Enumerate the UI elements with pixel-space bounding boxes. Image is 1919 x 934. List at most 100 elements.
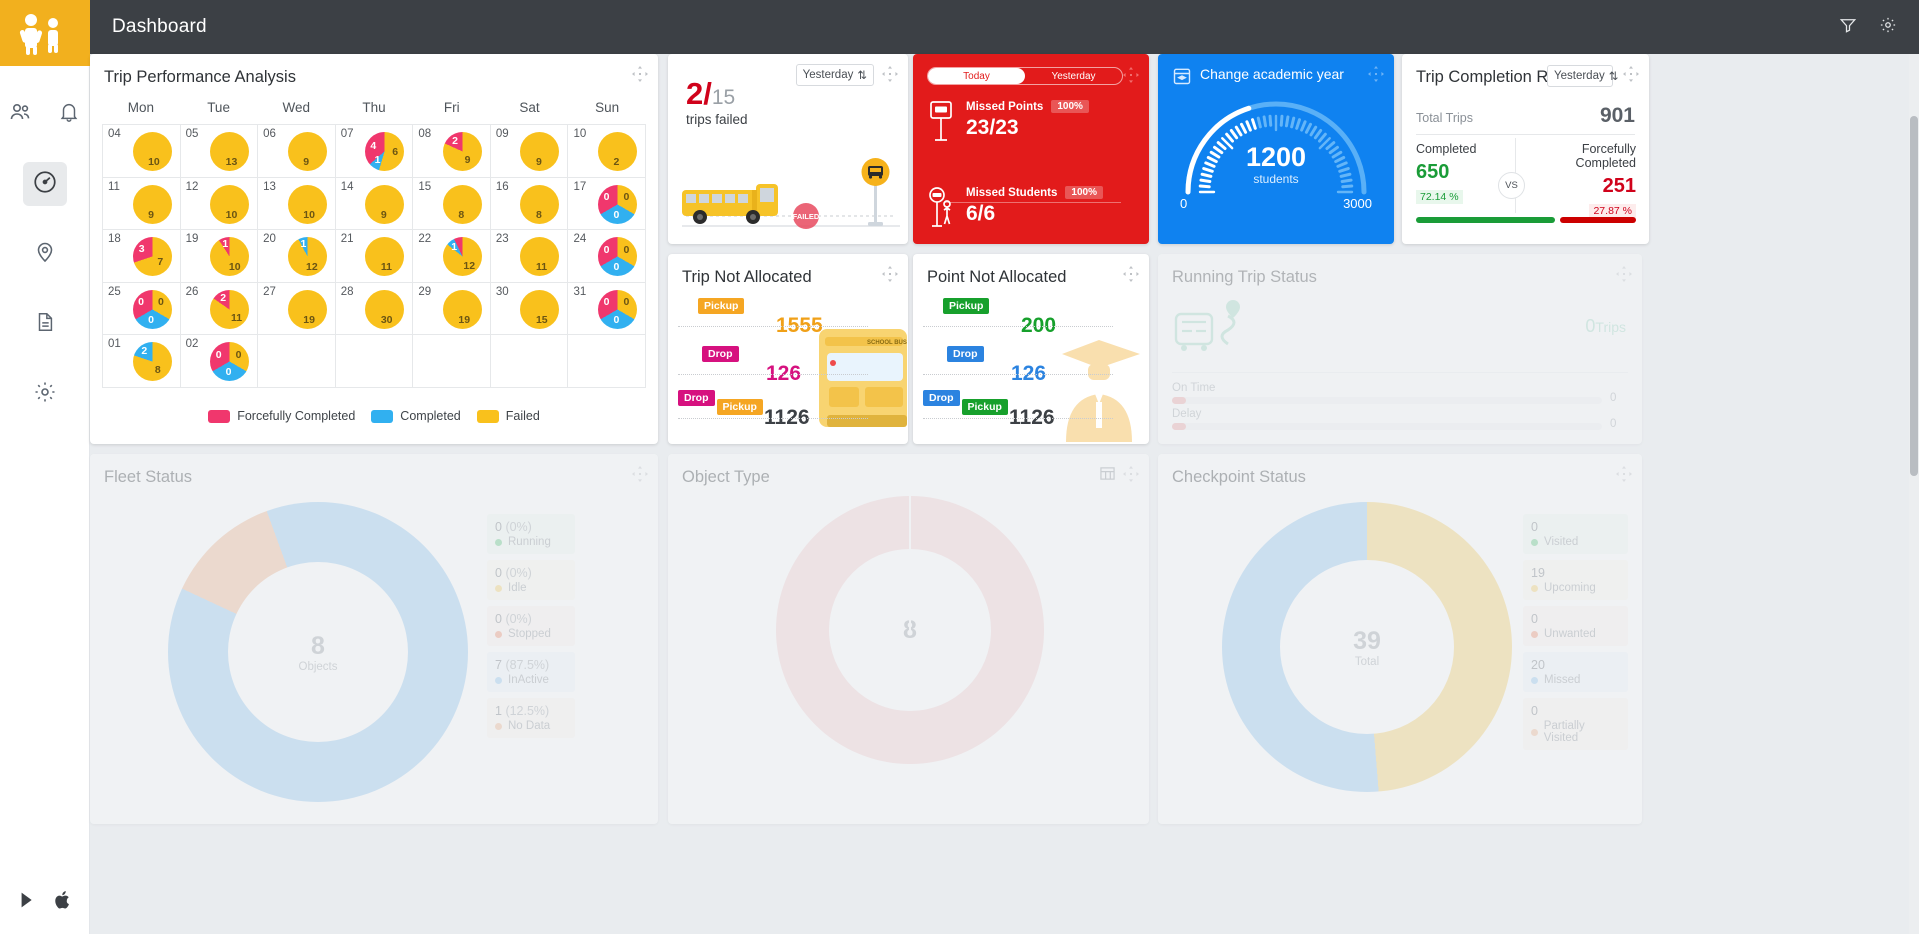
drag-handle-icon[interactable] — [1616, 466, 1632, 482]
trips-failed-subtitle: trips failed — [686, 112, 748, 127]
calendar-empty-cell — [490, 335, 569, 388]
legend-item[interactable]: Completed — [371, 409, 461, 423]
trips-failed-count: 2/15 — [686, 76, 735, 112]
fleet-legend-item[interactable]: 7 (87.5%) InActive — [487, 652, 575, 692]
calendar-day-cell[interactable]: 06 9 — [258, 125, 336, 178]
checkpoint-legend-item[interactable]: 20 Missed — [1523, 652, 1628, 692]
drag-handle-icon[interactable] — [1623, 66, 1639, 82]
app-logo[interactable] — [0, 0, 90, 66]
period-dropdown-completion-ratio[interactable]: Yesterday ⇅ — [1547, 65, 1618, 87]
gear-icon[interactable] — [1879, 16, 1897, 39]
calendar-day-cell[interactable]: 27 19 — [258, 282, 336, 335]
table-icon[interactable] — [1100, 466, 1115, 486]
checkpoint-legend-item[interactable]: 0 Partially Visited — [1523, 698, 1628, 750]
checkpoint-legend-item[interactable]: 0 Unwanted — [1523, 606, 1628, 646]
apple-icon[interactable] — [53, 889, 73, 916]
calendar-day-cell[interactable]: 23 11 — [490, 230, 569, 283]
drag-handle-icon[interactable] — [1123, 266, 1139, 282]
toggle-option-today[interactable]: Today — [928, 68, 1025, 84]
total-trips-label: Total Trips — [1416, 111, 1473, 125]
legend-item[interactable]: Failed — [476, 409, 540, 423]
drag-handle-icon[interactable] — [632, 466, 648, 482]
sidebar-item-users-icon-wrap[interactable] — [0, 92, 41, 136]
sidebar-item-settings[interactable] — [23, 372, 67, 416]
calendar-day-cell[interactable]: 19 10 1 — [180, 230, 259, 283]
calendar-day-cell[interactable]: 31 0 0 0 — [568, 282, 647, 335]
card-title: Checkpoint Status — [1172, 468, 1306, 486]
calendar-day-pie: 10 — [287, 184, 327, 224]
drag-handle-icon[interactable] — [1123, 67, 1139, 83]
calendar-day-cell[interactable]: 22 12 1 — [413, 230, 491, 283]
calendar-day-cell[interactable]: 12 10 — [180, 177, 259, 230]
vs-badge: VS — [1498, 172, 1525, 199]
legend-item[interactable]: Forcefully Completed — [208, 409, 355, 423]
total-trips-row: Total Trips 901 — [1416, 104, 1635, 128]
calendar-pie-slice-label: 9 — [464, 154, 471, 167]
drag-handle-icon[interactable] — [1368, 66, 1384, 82]
sidebar-item-notifications[interactable] — [49, 92, 90, 136]
fleet-legend-label: Idle — [508, 582, 527, 594]
missed-points-label: Missed Points — [966, 100, 1044, 113]
calendar-day-cell[interactable]: 30 15 — [490, 282, 569, 335]
calendar-pie-slice-label: 15 — [535, 313, 548, 326]
calendar-day-cell[interactable]: 07 6 1 4 — [335, 125, 414, 178]
drag-handle-icon[interactable] — [1616, 266, 1632, 282]
calendar-day-cell[interactable]: 15 8 — [413, 177, 491, 230]
fleet-legend-item[interactable]: 0 (0%) Running — [487, 514, 575, 554]
dashed-ground-line — [678, 418, 868, 419]
calendar-day-cell[interactable]: 29 19 — [413, 282, 491, 335]
filter-icon[interactable] — [1839, 16, 1857, 39]
calendar-day-cell[interactable]: 26 11 2 — [180, 282, 259, 335]
drag-handle-icon[interactable] — [882, 266, 898, 282]
page-scrollbar-thumb[interactable] — [1910, 116, 1918, 476]
fleet-legend-item[interactable]: 0 (0%) Idle — [487, 560, 575, 600]
bus-route-icon — [1174, 300, 1240, 351]
forceful-percent: 27.87 % — [1589, 204, 1636, 218]
calendar-day-cell[interactable]: 14 9 — [335, 177, 414, 230]
calendar-day-cell[interactable]: 21 11 — [335, 230, 414, 283]
checkpoint-legend-item[interactable]: 19 Upcoming — [1523, 560, 1628, 600]
calendar-day-cell[interactable]: 04 10 — [103, 125, 181, 178]
calendar-pie-slice-label: 11 — [231, 312, 243, 325]
calendar-pie-slice-label: 13 — [225, 156, 238, 168]
calendar-day-cell[interactable]: 09 9 — [490, 125, 569, 178]
calendar-pie-slice-label: 0 — [603, 243, 610, 256]
sidebar-item-tracking[interactable] — [23, 232, 67, 276]
calendar-day-cell[interactable]: 25 0 0 0 — [103, 282, 181, 335]
running-trip-bar-track — [1172, 397, 1602, 404]
drag-handle-icon[interactable] — [632, 66, 648, 82]
fleet-legend-item[interactable]: 1 (12.5%) No Data — [487, 698, 575, 738]
period-dropdown-trips-failed[interactable]: Yesterday ⇅ — [795, 64, 874, 86]
missed-points-row: Missed Points 100% 23/23 — [927, 100, 1089, 149]
android-icon[interactable] — [17, 889, 39, 916]
calendar-day-pie: 000 — [598, 237, 638, 276]
drag-handle-icon[interactable] — [882, 66, 898, 82]
calendar-day-cell[interactable]: 24 0 0 0 — [568, 230, 647, 283]
calendar-day-cell[interactable]: 13 10 — [258, 177, 336, 230]
calendar-day-cell[interactable]: 10 2 — [568, 125, 647, 178]
calendar-day-cell[interactable]: 05 13 — [180, 125, 259, 178]
sidebar-item-dashboard[interactable] — [22, 162, 67, 206]
calendar-day-number: 11 — [108, 180, 120, 193]
calendar-pie-slice-label: 0 — [623, 191, 630, 204]
calendar-day-number: 06 — [263, 128, 276, 140]
toggle-option-yesterday[interactable]: Yesterday — [1025, 68, 1122, 84]
calendar-day-cell[interactable]: 18 7 3 — [103, 230, 181, 283]
calendar-day-cell[interactable]: 01 8 2 — [103, 335, 181, 388]
checkpoint-legend-item[interactable]: 0 Visited — [1523, 514, 1628, 554]
drag-handle-icon[interactable] — [1123, 466, 1139, 482]
sidebar-item-reports[interactable] — [23, 302, 67, 346]
calendar-day-cell[interactable]: 11 9 — [103, 177, 181, 230]
calendar-day-cell[interactable]: 28 30 — [335, 282, 414, 335]
calendar-day-cell[interactable]: 02 0 0 0 — [180, 335, 259, 388]
calendar-day-cell[interactable]: 20 12 1 — [258, 230, 336, 283]
calendar-day-cell[interactable]: 17 0 0 0 — [568, 177, 647, 230]
calendar-pie-slice-label: 0 — [623, 243, 630, 256]
calendar-day-cell[interactable]: 16 8 — [490, 177, 569, 230]
student-at-stop-icon — [927, 186, 955, 237]
today-yesterday-toggle[interactable]: Today Yesterday — [927, 67, 1123, 85]
missed-students-value: 6/6 — [966, 202, 996, 225]
page-scrollbar-track[interactable] — [1909, 54, 1919, 934]
fleet-legend-item[interactable]: 0 (0%) Stopped — [487, 606, 575, 646]
calendar-day-cell[interactable]: 08 9 2 — [413, 125, 491, 178]
